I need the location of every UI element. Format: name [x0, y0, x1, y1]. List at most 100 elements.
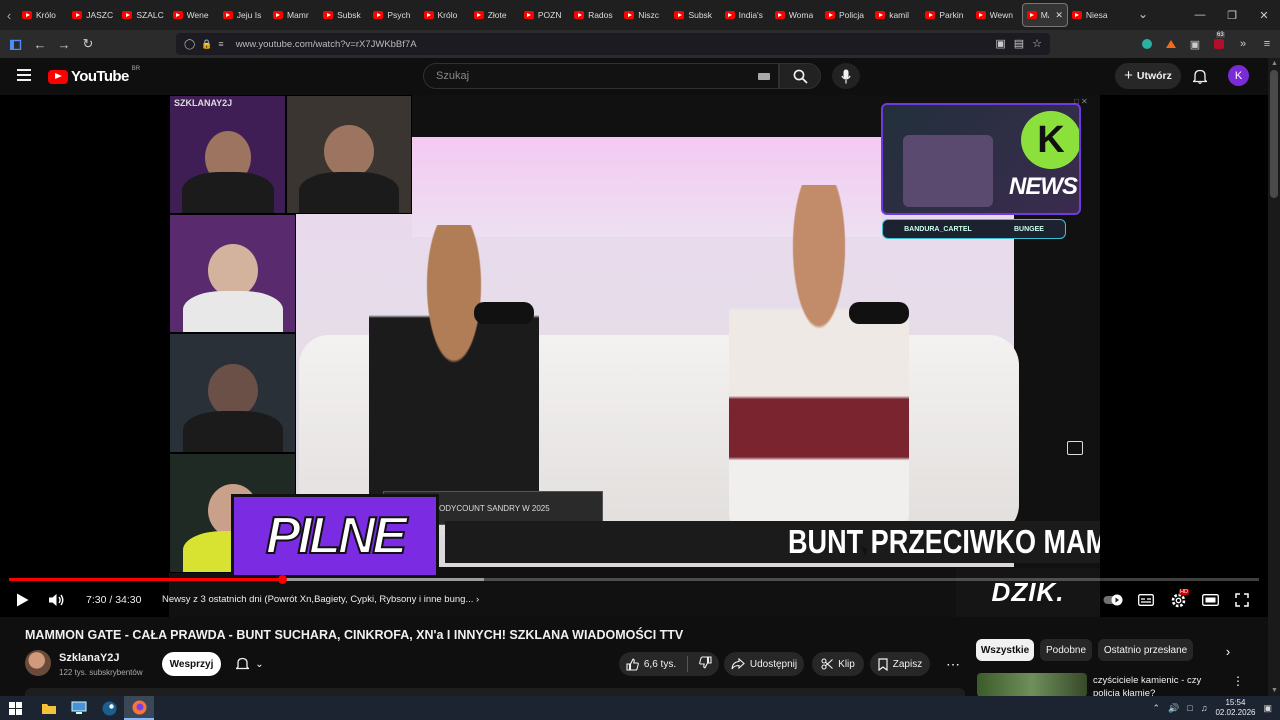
chips-next-icon[interactable]: ›: [1218, 641, 1238, 661]
browser-menu-icon[interactable]: ≡: [1260, 37, 1274, 51]
browser-tab[interactable]: POZN: [520, 3, 570, 27]
more-actions-button[interactable]: ⋯: [940, 652, 966, 676]
browser-tab[interactable]: India's: [721, 3, 771, 27]
browser-tab[interactable]: Subsk: [670, 3, 720, 27]
support-button[interactable]: Wesprzyj: [162, 652, 221, 676]
channel-name[interactable]: SzklanaY2J: [59, 652, 120, 664]
scroll-up-icon[interactable]: ▲: [1271, 60, 1278, 67]
puzzle-extension-icon[interactable]: ▣: [1188, 37, 1202, 51]
theater-mode-button[interactable]: [1200, 589, 1220, 611]
restore-icon[interactable]: ❐: [1216, 0, 1248, 30]
lock-icon[interactable]: 🔒: [201, 39, 212, 50]
mute-button[interactable]: [46, 589, 66, 611]
autoplay-toggle[interactable]: [1103, 589, 1125, 611]
fox-extension-icon[interactable]: [1164, 37, 1178, 51]
tab-list-menu-icon[interactable]: ⌄: [1138, 7, 1148, 21]
create-button[interactable]: + Utwórz: [1115, 63, 1181, 89]
clock[interactable]: 15:54 02.02.2026: [1215, 698, 1255, 718]
chip-all[interactable]: Wszystkie: [976, 639, 1034, 661]
ublock-extension-icon[interactable]: 63: [1212, 32, 1226, 51]
scrubber-handle[interactable]: [277, 575, 287, 584]
subtitles-button[interactable]: [1137, 589, 1155, 611]
browser-tab[interactable]: Wene: [169, 3, 219, 27]
youtube-logo[interactable]: YouTube BR: [48, 66, 140, 85]
save-button[interactable]: Zapisz: [870, 652, 930, 676]
chip-related[interactable]: Podobne: [1040, 639, 1092, 661]
sidebar-toggle-icon[interactable]: [4, 32, 28, 56]
search-input[interactable]: [434, 69, 734, 83]
screenshot-icon[interactable]: ▣: [995, 37, 1005, 50]
dislike-button[interactable]: [699, 656, 712, 672]
recommended-more-icon[interactable]: ⋮: [1232, 674, 1244, 688]
like-button[interactable]: 6,6 tys.: [626, 658, 676, 671]
firefox-icon[interactable]: [124, 696, 154, 720]
browser-tab[interactable]: Rados: [570, 3, 620, 27]
steam-icon[interactable]: [94, 696, 124, 720]
tray-expand-icon[interactable]: ⌃: [1152, 703, 1160, 714]
computer-icon[interactable]: [64, 696, 94, 720]
browser-tab[interactable]: MA ✕: [1021, 3, 1068, 27]
scroll-down-icon[interactable]: ▼: [1271, 687, 1278, 694]
vpn-extension-icon[interactable]: [1140, 37, 1154, 51]
minimize-icon[interactable]: —: [1184, 0, 1216, 30]
browser-tab[interactable]: Parkin: [921, 3, 971, 27]
description-box[interactable]: [25, 688, 965, 696]
forward-icon[interactable]: →: [52, 32, 76, 56]
page-scrollbar[interactable]: ▲ ▼: [1268, 58, 1280, 696]
shield-icon[interactable]: ◯: [184, 39, 195, 50]
file-explorer-icon[interactable]: [34, 696, 64, 720]
close-window-icon[interactable]: ✕: [1248, 0, 1280, 30]
tab-scroll-left-icon[interactable]: ‹: [0, 0, 18, 30]
recommended-thumbnail[interactable]: [977, 673, 1087, 697]
browser-tab[interactable]: Niszc: [620, 3, 670, 27]
search-box[interactable]: [423, 63, 779, 89]
permissions-icon[interactable]: ≡: [218, 39, 223, 49]
browser-tab[interactable]: Złote: [470, 3, 520, 27]
scrollbar-thumb[interactable]: [1270, 70, 1278, 198]
browser-tab[interactable]: Psych: [369, 3, 419, 27]
browser-tab[interactable]: Woma: [771, 3, 821, 27]
browser-tab[interactable]: Subsk: [319, 3, 369, 27]
play-button[interactable]: [13, 589, 31, 611]
video-frame[interactable]: SZKLANAY2J K NEWS BANDURA_CARTEL BUNGEE …: [169, 95, 1100, 617]
video-player[interactable]: SZKLANAY2J K NEWS BANDURA_CARTEL BUNGEE …: [0, 95, 1268, 617]
browser-tab[interactable]: kamil: [871, 3, 921, 27]
volume-tray-icon[interactable]: 🔊: [1168, 703, 1179, 714]
notifications-icon[interactable]: ▣: [1263, 703, 1272, 714]
share-button[interactable]: Udostępnij: [724, 652, 804, 676]
browser-tab[interactable]: Policja: [821, 3, 871, 27]
clip-button[interactable]: Klip: [812, 652, 864, 676]
account-avatar[interactable]: K: [1228, 65, 1249, 86]
close-tab-icon[interactable]: ✕: [1055, 10, 1063, 21]
subscription-bell-button[interactable]: ⌄: [225, 652, 275, 676]
reader-view-icon[interactable]: ▤: [1014, 37, 1024, 50]
browser-tab[interactable]: Królo: [420, 3, 470, 27]
browser-tab[interactable]: JASZC: [68, 3, 118, 27]
chip-recently-uploaded[interactable]: Ostatnio przesłane: [1098, 639, 1193, 661]
keyboard-icon[interactable]: [758, 73, 770, 80]
search-button[interactable]: [779, 63, 821, 89]
browser-tab[interactable]: SZALC: [118, 3, 168, 27]
reload-icon[interactable]: ↻: [76, 32, 100, 56]
windows-start-icon[interactable]: [0, 696, 30, 720]
overflow-chevron-icon[interactable]: »: [1236, 37, 1250, 51]
browser-tab[interactable]: Niesa: [1068, 3, 1118, 27]
network-icon[interactable]: □: [1187, 703, 1192, 713]
browser-tab[interactable]: Wewn: [972, 3, 1022, 27]
browser-tab[interactable]: Jeju Is: [219, 3, 269, 27]
browser-tab[interactable]: Mamr: [269, 3, 319, 27]
speaker-icon[interactable]: ♫: [1201, 703, 1208, 713]
menu-icon[interactable]: [17, 69, 31, 81]
address-bar[interactable]: ◯ 🔒 ≡ www.youtube.com/watch?v=rX7JWKbBf7…: [176, 33, 1050, 55]
back-icon[interactable]: ←: [28, 32, 52, 56]
voice-search-button[interactable]: [832, 63, 860, 89]
chapter-title[interactable]: Newsy z 3 ostatnich dni (Powrót Xn,Bagie…: [162, 594, 479, 605]
bookmark-star-icon[interactable]: ☆: [1032, 37, 1042, 50]
url-text[interactable]: www.youtube.com/watch?v=rX7JWKbBf7A: [236, 39, 417, 50]
notifications-button[interactable]: [1190, 66, 1210, 86]
browser-tab[interactable]: Królo: [18, 3, 68, 27]
channel-avatar[interactable]: [25, 650, 51, 676]
progress-bar[interactable]: [9, 575, 1259, 584]
settings-button[interactable]: HD: [1168, 589, 1189, 611]
fullscreen-button[interactable]: [1233, 589, 1251, 611]
